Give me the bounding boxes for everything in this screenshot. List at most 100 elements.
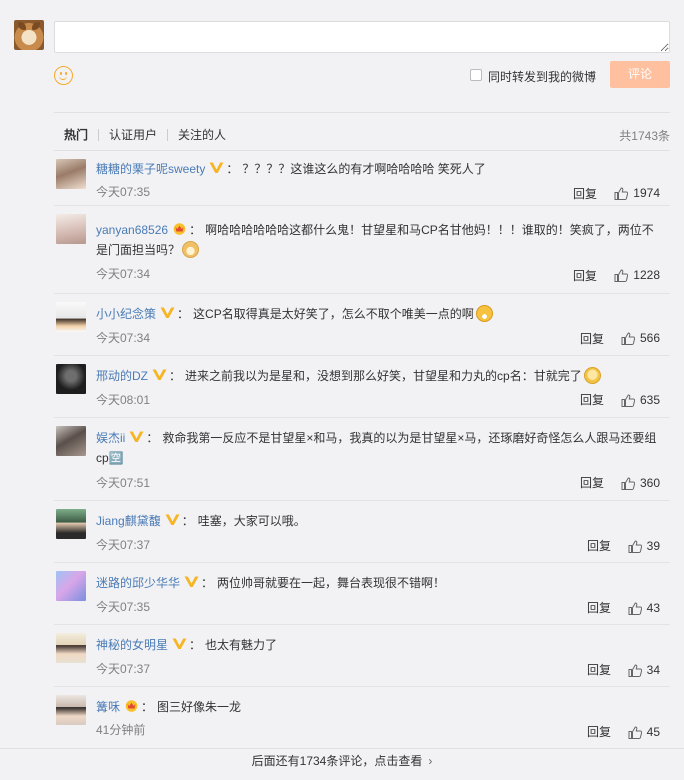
comment-time: 今天07:35 xyxy=(96,185,151,199)
reply-button[interactable]: 回复 xyxy=(573,185,597,202)
comment-time: 今天07:34 xyxy=(96,331,151,345)
doge-emoji-icon xyxy=(182,241,200,258)
colon: ： xyxy=(169,369,182,383)
thumbs-up-icon xyxy=(614,187,628,200)
thumbs-up-icon xyxy=(628,726,642,739)
comment-filter-tabs: 热门 认证用户 关注的人 xyxy=(54,126,236,144)
thumbs-up-icon xyxy=(614,269,628,282)
tab-following[interactable]: 关注的人 xyxy=(168,127,236,143)
reply-button[interactable]: 回复 xyxy=(587,537,611,554)
comment-time: 今天07:51 xyxy=(96,476,151,490)
comment-username[interactable]: 邢动的DZ xyxy=(96,369,148,383)
repost-checkbox[interactable] xyxy=(470,69,482,81)
like-count: 360 xyxy=(639,476,660,490)
comment-text: 救命我第一反应不是甘望星×和马，我真的以为是甘望星×马，还琢磨好奇怪怎么人跟马还… xyxy=(96,431,657,465)
comment-item: 迷路的邱少华华 ：两位帅哥就要在一起，舞台表现很不错啊！ 今天07:35 回复 4… xyxy=(54,563,670,625)
comment-time: 今天07:34 xyxy=(96,267,151,281)
v-badge-icon xyxy=(152,368,167,381)
user-avatar[interactable] xyxy=(56,509,86,539)
reply-button[interactable]: 回复 xyxy=(587,723,611,740)
reply-button[interactable]: 回复 xyxy=(587,661,611,678)
like-count: 566 xyxy=(639,331,660,345)
colon: ： xyxy=(141,700,154,714)
like-button[interactable]: 635 xyxy=(621,393,660,407)
thumbs-up-icon xyxy=(621,332,635,345)
thumbs-up-icon xyxy=(621,477,635,490)
reply-button[interactable]: 回复 xyxy=(573,267,597,284)
comment-username[interactable]: 娱杰ii xyxy=(96,431,125,445)
comment-username[interactable]: 糖糖的栗子呢sweety xyxy=(96,162,205,176)
tab-hot[interactable]: 热门 xyxy=(54,127,98,143)
comment-username[interactable]: Jiang麒黛馥 xyxy=(96,514,161,528)
my-avatar[interactable] xyxy=(14,20,44,50)
comment-item: Jiang麒黛馥 ：哇塞，大家可以哦。 今天07:37 回复 39 xyxy=(54,501,670,563)
comment-text: 这CP名取得真是太好笑了，怎么不取个唯美一点的啊 xyxy=(193,307,474,321)
comment-item: 糖糖的栗子呢sweety ：？？？？这谁这么的有才啊哈哈哈哈 笑死人了 今天07:… xyxy=(54,151,670,206)
comment-username[interactable]: 迷路的邱少华华 xyxy=(96,576,180,590)
comment-total-count: 共1743条 xyxy=(619,129,670,143)
comment-time: 今天07:37 xyxy=(96,538,151,552)
laugh-tears-emoji-icon xyxy=(475,305,493,322)
divider xyxy=(0,748,684,749)
comment-content: 迷路的邱少华华 ：两位帅哥就要在一起，舞台表现很不错啊！ xyxy=(96,573,662,593)
like-button[interactable]: 43 xyxy=(628,601,660,615)
colon: ： xyxy=(189,638,202,652)
comment-content: 邢动的DZ ：进来之前我以为是星和，没想到那么好笑，甘望星和力丸的cp名：甘就完了 xyxy=(96,366,662,386)
comment-text: 也太有魅力了 xyxy=(205,638,278,652)
user-avatar[interactable] xyxy=(56,633,86,663)
reply-button[interactable]: 回复 xyxy=(580,391,604,408)
like-count: 1974 xyxy=(633,186,660,200)
comment-item: 神秘的女明星 ：也太有魅力了 今天07:37 回复 34 xyxy=(54,625,670,687)
colon: ： xyxy=(189,223,202,237)
comment-username[interactable]: yanyan68526 xyxy=(96,223,168,237)
like-count: 635 xyxy=(639,393,660,407)
comment-username[interactable]: 篝咊 xyxy=(96,700,120,714)
like-button[interactable]: 34 xyxy=(628,663,660,677)
comment-item: yanyan68526：啊哈哈哈哈哈哈这都什么鬼！甘望星和马CP名甘他妈！！！谁… xyxy=(54,206,670,294)
submit-comment-button[interactable]: 评论 xyxy=(610,61,670,88)
chevron-right-icon: › xyxy=(428,754,433,768)
comment-content: 篝咊 ：图三好像朱一龙 xyxy=(96,697,662,717)
user-avatar[interactable] xyxy=(56,364,86,394)
comment-username[interactable]: 神秘的女明星 xyxy=(96,638,168,652)
user-avatar[interactable] xyxy=(56,571,86,601)
colon: ： xyxy=(146,431,159,445)
comment-content: Jiang麒黛馥 ：哇塞，大家可以哦。 xyxy=(96,511,662,531)
like-button[interactable]: 1974 xyxy=(614,186,660,200)
comment-text: ？？？？这谁这么的有才啊哈哈哈哈 笑死人了 xyxy=(242,162,486,176)
v-badge-icon xyxy=(165,513,180,526)
smiley-icon[interactable] xyxy=(54,66,73,85)
tab-verified-users[interactable]: 认证用户 xyxy=(99,127,167,143)
like-button[interactable]: 360 xyxy=(621,476,660,490)
reply-button[interactable]: 回复 xyxy=(580,330,604,347)
comment-input[interactable] xyxy=(54,21,670,53)
v-badge-icon xyxy=(209,161,224,174)
v-badge-icon xyxy=(172,637,187,650)
load-more-label: 后面还有1734条评论，点击查看 xyxy=(251,754,423,768)
colon: ： xyxy=(177,307,190,321)
user-avatar[interactable] xyxy=(56,426,86,456)
like-count: 43 xyxy=(646,601,660,615)
like-button[interactable]: 1228 xyxy=(614,268,660,282)
v-badge-icon xyxy=(184,575,199,588)
comment-content: 小小纪念策 ：这CP名取得真是太好笑了，怎么不取个唯美一点的啊 xyxy=(96,304,662,324)
thinking-emoji-icon xyxy=(583,367,601,384)
comment-username[interactable]: 小小纪念策 xyxy=(96,307,156,321)
like-count: 45 xyxy=(646,725,660,739)
user-avatar[interactable] xyxy=(56,695,86,725)
user-avatar[interactable] xyxy=(56,214,86,244)
crown-badge-icon xyxy=(124,699,139,712)
thumbs-up-icon xyxy=(628,664,642,677)
comment-composer: 同时转发到我的微博 评论 xyxy=(0,0,684,112)
load-more-comments-link[interactable]: 后面还有1734条评论，点击查看 › xyxy=(0,752,684,769)
repost-label[interactable]: 同时转发到我的微博 xyxy=(488,68,596,85)
comment-time: 今天07:35 xyxy=(96,600,151,614)
like-button[interactable]: 566 xyxy=(621,331,660,345)
like-button[interactable]: 39 xyxy=(628,539,660,553)
reply-button[interactable]: 回复 xyxy=(587,599,611,616)
user-avatar[interactable] xyxy=(56,302,86,332)
reply-button[interactable]: 回复 xyxy=(580,474,604,491)
comment-item: 小小纪念策 ：这CP名取得真是太好笑了，怎么不取个唯美一点的啊 今天07:34 回… xyxy=(54,294,670,356)
like-button[interactable]: 45 xyxy=(628,725,660,739)
user-avatar[interactable] xyxy=(56,159,86,189)
